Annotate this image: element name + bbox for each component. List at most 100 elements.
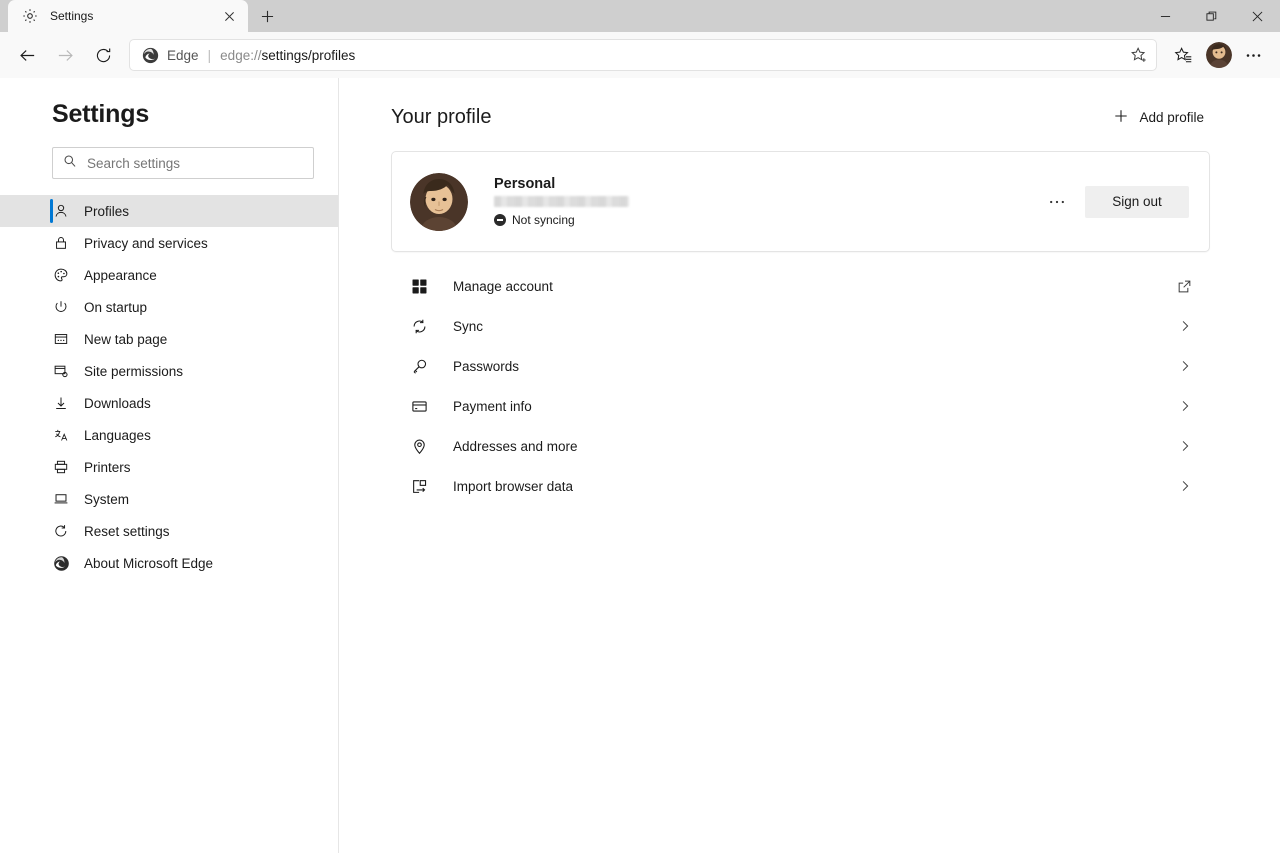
row-label: Passwords — [453, 359, 1178, 374]
row-label: Manage account — [453, 279, 1177, 294]
profile-info: Personal Not syncing — [494, 176, 1041, 227]
content-header: Your profile Add profile — [391, 104, 1210, 131]
section-title: Your profile — [391, 106, 491, 129]
sync-off-icon — [494, 214, 506, 226]
add-profile-button[interactable]: Add profile — [1107, 104, 1210, 131]
row-sync[interactable]: Sync — [391, 306, 1210, 346]
row-label: Sync — [453, 319, 1178, 334]
download-icon — [52, 394, 70, 412]
settings-sidebar: Settings Profiles — [0, 78, 339, 853]
sidebar-item-appearance[interactable]: Appearance — [0, 259, 338, 291]
row-passwords[interactable]: Passwords — [391, 346, 1210, 386]
sidebar-item-privacy-and-services[interactable]: Privacy and services — [0, 227, 338, 259]
add-profile-label: Add profile — [1139, 110, 1204, 125]
sidebar-item-label: About Microsoft Edge — [84, 556, 213, 571]
url-scheme: edge:// — [220, 48, 261, 63]
sidebar-item-printers[interactable]: Printers — [0, 451, 338, 483]
back-button[interactable] — [10, 38, 44, 72]
laptop-icon — [52, 490, 70, 508]
settings-content: Your profile Add profile — [339, 78, 1280, 853]
search-input[interactable] — [87, 156, 303, 171]
search-icon — [63, 154, 77, 173]
close-window-button[interactable] — [1234, 0, 1280, 32]
maximize-button[interactable] — [1188, 0, 1234, 32]
row-payment-info[interactable]: Payment info — [391, 386, 1210, 426]
sidebar-item-label: Privacy and services — [84, 236, 208, 251]
reset-icon — [52, 522, 70, 540]
power-icon — [52, 298, 70, 316]
row-addresses-and-more[interactable]: Addresses and more — [391, 426, 1210, 466]
gear-icon — [22, 8, 38, 24]
sidebar-item-label: Appearance — [84, 268, 157, 283]
sidebar-item-label: Languages — [84, 428, 151, 443]
sidebar-item-reset-settings[interactable]: Reset settings — [0, 515, 338, 547]
page-title: Settings — [52, 100, 338, 129]
sidebar-item-languages[interactable]: Languages — [0, 419, 338, 451]
favorite-star-icon[interactable] — [1130, 46, 1150, 64]
lock-icon — [52, 234, 70, 252]
new-tab-button[interactable] — [252, 1, 282, 31]
chevron-right-icon — [1178, 319, 1192, 333]
sidebar-item-system[interactable]: System — [0, 483, 338, 515]
sidebar-item-on-startup[interactable]: On startup — [0, 291, 338, 323]
row-import-browser-data[interactable]: Import browser data — [391, 466, 1210, 506]
browser-toolbar: Edge | edge://settings/profiles — [0, 32, 1280, 78]
row-label: Import browser data — [453, 479, 1178, 494]
sidebar-item-site-permissions[interactable]: Site permissions — [0, 355, 338, 387]
palette-icon — [52, 266, 70, 284]
profile-card: Personal Not syncing Sign out — [391, 151, 1210, 252]
collections-button[interactable] — [1166, 38, 1200, 72]
chevron-right-icon — [1178, 399, 1192, 413]
refresh-button[interactable] — [86, 38, 120, 72]
minimize-button[interactable] — [1142, 0, 1188, 32]
printer-icon — [52, 458, 70, 476]
sidebar-item-label: Printers — [84, 460, 131, 475]
sync-status-label: Not syncing — [512, 213, 575, 227]
address-bar-url: edge://settings/profiles — [220, 48, 355, 63]
url-path: settings/profiles — [261, 48, 355, 63]
search-settings-box[interactable] — [52, 147, 314, 179]
external-link-icon — [1177, 279, 1192, 294]
sidebar-item-label: On startup — [84, 300, 147, 315]
profile-avatar — [410, 173, 468, 231]
edge-logo-icon — [142, 47, 159, 64]
chevron-right-icon — [1178, 359, 1192, 373]
import-icon — [409, 476, 429, 496]
title-bar: Settings — [0, 0, 1280, 32]
omnibox-brand: Edge — [167, 48, 199, 63]
key-icon — [409, 356, 429, 376]
sidebar-item-label: Profiles — [84, 204, 129, 219]
profile-avatar-toolbar[interactable] — [1206, 42, 1232, 68]
plus-icon — [1113, 108, 1139, 127]
profile-settings-rows: Manage account Sync — [391, 266, 1210, 506]
address-bar[interactable]: Edge | edge://settings/profiles — [130, 40, 1156, 70]
sidebar-nav-list: Profiles Privacy and services — [0, 195, 338, 579]
edge-logo-icon — [52, 554, 70, 572]
tab-title: Settings — [50, 9, 218, 23]
sign-out-button[interactable]: Sign out — [1085, 186, 1189, 218]
browser-more-menu-button[interactable] — [1236, 38, 1270, 72]
profile-more-options-button[interactable] — [1041, 186, 1073, 218]
window-controls — [1142, 0, 1280, 32]
browser-tab-settings[interactable]: Settings — [8, 0, 248, 32]
location-pin-icon — [409, 436, 429, 456]
sidebar-item-about-microsoft-edge[interactable]: About Microsoft Edge — [0, 547, 338, 579]
languages-icon — [52, 426, 70, 444]
sidebar-item-label: New tab page — [84, 332, 167, 347]
sync-status: Not syncing — [494, 213, 1041, 227]
sidebar-item-profiles[interactable]: Profiles — [0, 195, 338, 227]
sidebar-item-label: Reset settings — [84, 524, 170, 539]
sidebar-item-label: Site permissions — [84, 364, 183, 379]
forward-button[interactable] — [48, 38, 82, 72]
close-tab-icon[interactable] — [218, 5, 240, 27]
row-manage-account[interactable]: Manage account — [391, 266, 1210, 306]
sidebar-item-label: Downloads — [84, 396, 151, 411]
settings-page: Settings Profiles — [0, 78, 1280, 853]
profile-email-redacted — [494, 196, 629, 207]
sync-icon — [409, 316, 429, 336]
sidebar-item-downloads[interactable]: Downloads — [0, 387, 338, 419]
row-label: Addresses and more — [453, 439, 1178, 454]
chevron-right-icon — [1178, 479, 1192, 493]
card-icon — [409, 396, 429, 416]
sidebar-item-new-tab-page[interactable]: New tab page — [0, 323, 338, 355]
